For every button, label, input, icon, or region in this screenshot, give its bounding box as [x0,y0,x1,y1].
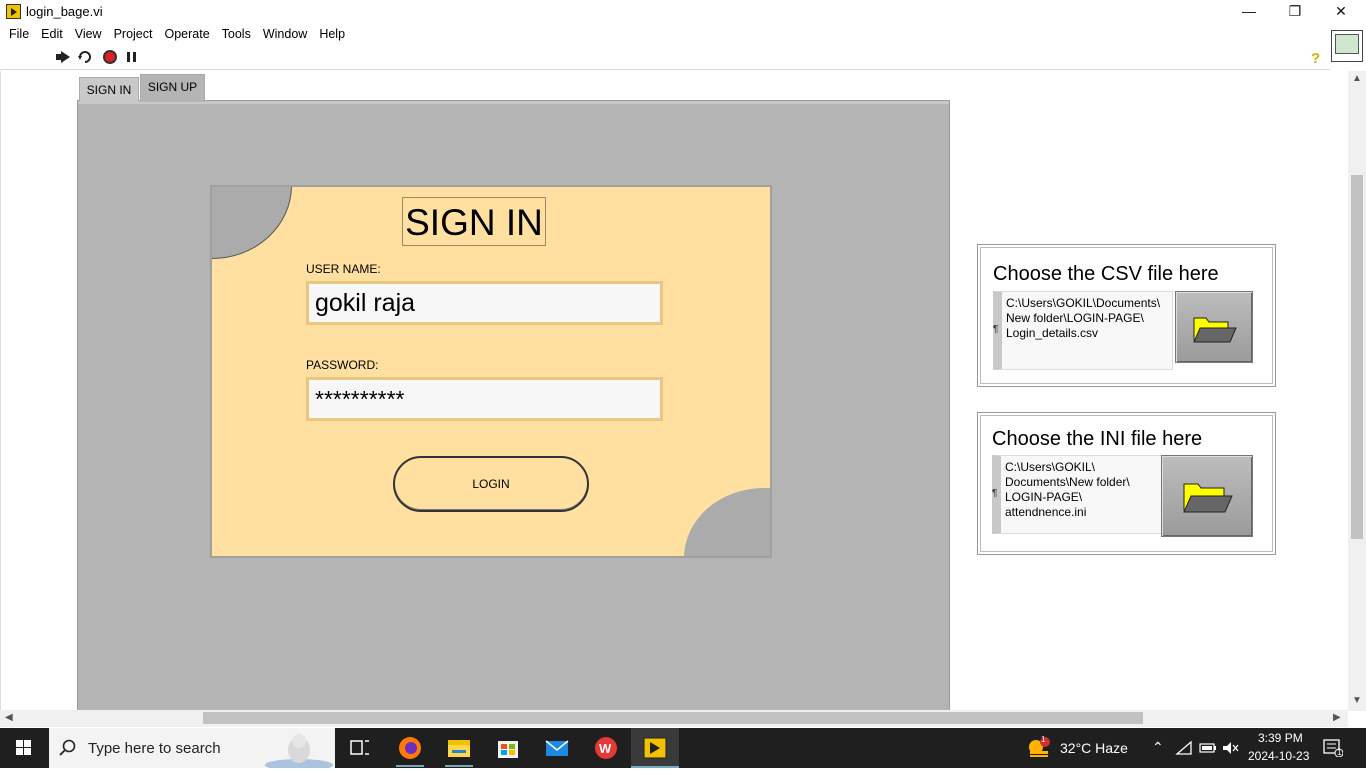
firefox-icon[interactable] [386,728,434,768]
close-button[interactable]: ✕ [1318,0,1364,24]
context-help-icon[interactable]: ? [1308,49,1324,65]
speaker-muted-icon[interactable] [1221,740,1239,756]
username-label: USER NAME: [306,262,381,276]
tab-sign-up[interactable]: SIGN UP [140,74,205,102]
mail-icon[interactable] [533,728,581,768]
decorative-circle [684,488,770,556]
title-bar: login_bage.vi — ❐ ✕ [0,0,1366,24]
search-icon [59,739,76,756]
csv-path-field[interactable]: C:\Users\GOKIL\Documents\ New folder\LOG… [993,291,1173,370]
tab-sign-in[interactable]: SIGN IN [79,77,139,101]
chevron-up-icon[interactable]: ⌃ [1152,739,1164,756]
labview-icon [643,737,667,759]
toolbar: ? [0,44,1330,70]
snow-leopard-search-highlight-icon [265,734,333,768]
vertical-scrollbar[interactable]: ▲ ▼ [1348,71,1366,711]
decorative-circle [212,187,292,259]
menu-tools[interactable]: Tools [216,27,257,41]
ini-file-picker: Choose the INI file here C:\Users\GOKIL\… [977,412,1276,555]
clock-date[interactable]: 2024-10-23 [1248,749,1309,763]
folder-icon [1193,317,1237,343]
run-arrow-icon[interactable] [55,49,71,65]
task-view-icon[interactable] [336,728,384,768]
battery-icon[interactable] [1199,741,1217,755]
csv-file-picker: Choose the CSV file here C:\Users\GOKIL\… [977,244,1276,387]
scroll-down-icon[interactable]: ▼ [1352,695,1362,706]
vi-connector-icon[interactable] [1331,30,1363,62]
csv-browse-button[interactable] [1175,291,1253,363]
menu-help[interactable]: Help [313,27,351,41]
menu-edit[interactable]: Edit [35,27,69,41]
svg-text:W: W [599,741,612,756]
wifi-icon[interactable] [1175,740,1193,756]
menu-operate[interactable]: Operate [158,27,215,41]
windows-start-icon[interactable] [0,728,48,768]
search-placeholder: Type here to search [88,740,221,757]
restore-button[interactable]: ❐ [1272,0,1318,24]
run-continuously-icon[interactable] [77,49,93,65]
window-title: login_bage.vi [26,4,103,19]
horizontal-scroll-thumb[interactable] [203,712,1143,724]
wps-office-icon[interactable]: W [582,728,630,768]
menu-file[interactable]: File [3,27,35,41]
front-panel: SIGN IN SIGN UP SIGN IN USER NAME: gokil… [0,71,1348,711]
menu-window[interactable]: Window [257,27,313,41]
taskbar: Type here to search W 1 32°C Haze ⌃ 3:39… [0,728,1366,768]
taskbar-labview-active[interactable] [631,728,679,768]
microsoft-store-icon[interactable] [484,728,532,768]
notification-count: 1 [1337,748,1342,757]
folder-icon [1183,483,1233,513]
scroll-left-icon[interactable]: ◀ [5,712,13,723]
minimize-button[interactable]: — [1226,0,1272,24]
clock-time[interactable]: 3:39 PM [1258,731,1303,745]
sign-in-heading: SIGN IN [402,197,546,246]
weather-badge-count: 1 [1041,735,1046,744]
labview-app-icon [6,4,21,19]
ini-picker-label: Choose the INI file here [992,428,1203,450]
scroll-up-icon[interactable]: ▲ [1352,73,1362,84]
ini-path-field[interactable]: C:\Users\GOKIL\ Documents\New folder\ LO… [992,455,1172,534]
weather-icon[interactable] [1026,736,1052,760]
abort-stop-icon[interactable] [102,49,118,65]
pause-icon[interactable] [124,49,140,65]
menu-view[interactable]: View [69,27,108,41]
svg-text:?: ? [1311,50,1320,65]
scroll-right-icon[interactable]: ▶ [1333,712,1341,723]
sign-in-card: SIGN IN USER NAME: gokil raja PASSWORD: … [210,185,772,558]
menu-bar: File Edit View Project Operate Tools Win… [0,24,1366,44]
weather-text[interactable]: 32°C Haze [1060,740,1128,756]
ini-browse-button[interactable] [1161,455,1253,537]
username-field[interactable]: gokil raja [306,281,663,325]
file-explorer-icon[interactable] [435,728,483,768]
password-field[interactable]: ********** [306,377,663,421]
csv-picker-label: Choose the CSV file here [993,263,1219,285]
login-button[interactable]: LOGIN [393,456,589,512]
vertical-scroll-thumb[interactable] [1351,175,1363,539]
horizontal-scrollbar[interactable]: ◀ ▶ [0,710,1348,727]
password-label: PASSWORD: [306,358,379,372]
taskbar-search-box[interactable]: Type here to search [49,728,335,768]
menu-project[interactable]: Project [108,27,159,41]
